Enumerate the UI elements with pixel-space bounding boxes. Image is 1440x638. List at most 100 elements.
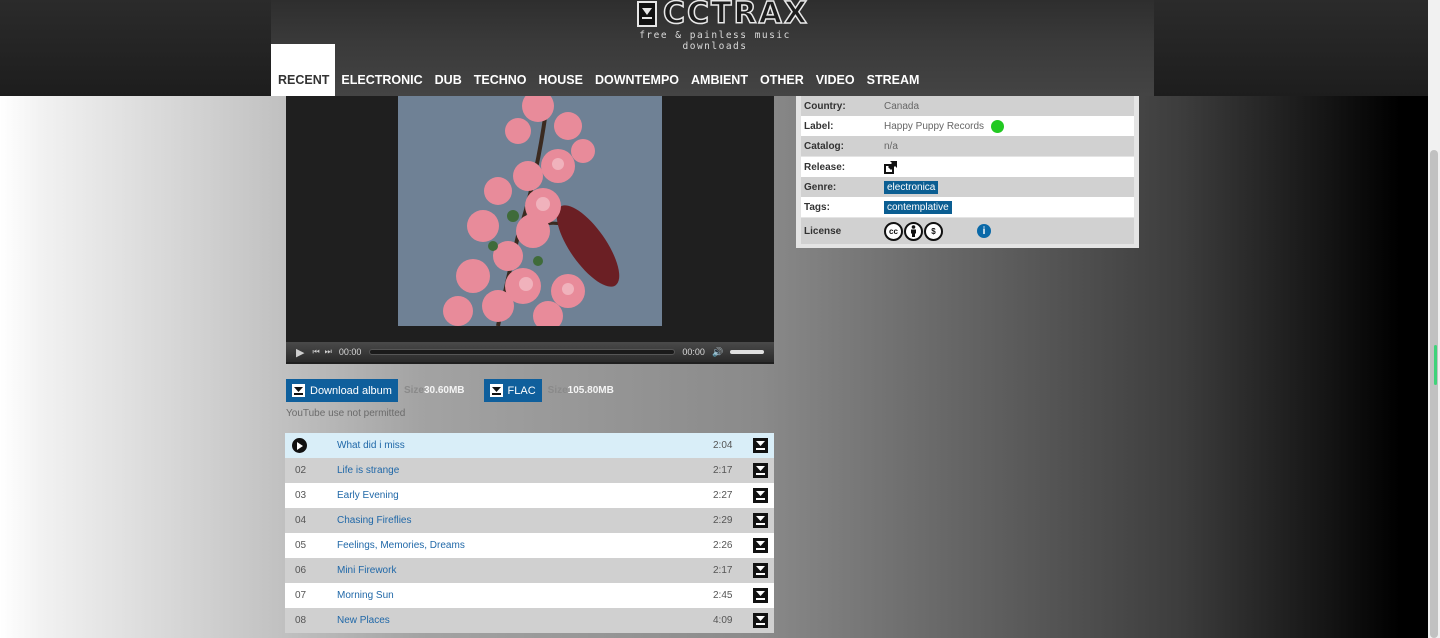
track-download-icon[interactable] xyxy=(753,613,768,628)
track-list: What did i miss 2:04 02 Life is strange … xyxy=(285,433,774,633)
track-download-icon[interactable] xyxy=(753,538,768,553)
track-row[interactable]: 08 New Places 4:09 xyxy=(285,608,774,633)
track-number: 06 xyxy=(295,565,307,576)
nav-video[interactable]: VIDEO xyxy=(810,44,861,96)
nav-techno[interactable]: TECHNO xyxy=(468,44,533,96)
track-number: 05 xyxy=(295,540,307,551)
track-title[interactable]: What did i miss xyxy=(337,440,713,451)
nav-electronic[interactable]: ELECTRONIC xyxy=(335,44,428,96)
download-icon xyxy=(292,384,305,397)
track-row[interactable]: 02 Life is strange 2:17 xyxy=(285,458,774,483)
track-duration: 2:29 xyxy=(713,515,733,526)
play-track-icon[interactable] xyxy=(292,438,307,453)
by-attribution-icon xyxy=(904,221,923,241)
track-title[interactable]: New Places xyxy=(337,615,713,626)
audio-player: ▶ ⏮ ⏭ 00:00 00:00 🔊 xyxy=(286,96,774,364)
external-link-icon[interactable] xyxy=(884,160,897,174)
track-download-icon[interactable] xyxy=(753,463,768,478)
youtube-note: YouTube use not permitted xyxy=(286,408,406,419)
track-duration: 2:04 xyxy=(713,440,733,451)
current-time: 00:00 xyxy=(338,347,362,357)
nav-house[interactable]: HOUSE xyxy=(533,44,589,96)
track-number: 07 xyxy=(295,590,307,601)
scrollbar-thumb[interactable] xyxy=(1430,150,1438,638)
seek-bar[interactable] xyxy=(369,349,676,355)
track-title[interactable]: Mini Firework xyxy=(337,565,713,576)
info-release-row: Release: xyxy=(801,157,1134,177)
nav-ambient[interactable]: AMBIENT xyxy=(685,44,754,96)
album-cover xyxy=(398,96,662,326)
info-key: Tags: xyxy=(804,201,830,213)
catalog-value: n/a xyxy=(884,140,898,152)
info-key: Country: xyxy=(804,100,846,112)
main-nav: RECENT ELECTRONIC DUB TECHNO HOUSE DOWNT… xyxy=(271,44,925,96)
nav-dub[interactable]: DUB xyxy=(429,44,468,96)
nav-recent[interactable]: RECENT xyxy=(271,44,336,96)
tag-badge[interactable]: contemplative xyxy=(884,200,952,214)
info-label-row: Label: Happy Puppy Records xyxy=(801,116,1134,136)
track-row[interactable]: 06 Mini Firework 2:17 xyxy=(285,558,774,583)
track-number: 04 xyxy=(295,515,307,526)
album-size-label: Size xyxy=(403,385,424,396)
download-flac-button[interactable]: FLAC xyxy=(483,379,542,402)
download-album-button[interactable]: Download album xyxy=(286,379,398,402)
volume-slider[interactable] xyxy=(730,350,765,354)
track-duration: 2:45 xyxy=(713,590,733,601)
track-duration: 2:26 xyxy=(713,540,733,551)
track-title[interactable]: Morning Sun xyxy=(337,590,713,601)
track-row[interactable]: 04 Chasing Fireflies 2:29 xyxy=(285,508,774,533)
track-row[interactable]: 07 Morning Sun 2:45 xyxy=(285,583,774,608)
info-license-row: License cc $ i xyxy=(801,218,1134,244)
nav-other[interactable]: OTHER xyxy=(754,44,810,96)
info-icon[interactable]: i xyxy=(977,224,991,238)
info-key: Catalog: xyxy=(804,140,844,152)
track-row[interactable]: 05 Feelings, Memories, Dreams 2:26 xyxy=(285,533,774,558)
previous-icon[interactable]: ⏮ xyxy=(312,347,319,357)
info-tags-row: Tags: contemplative xyxy=(801,197,1134,217)
track-number: 08 xyxy=(295,615,307,626)
track-download-icon[interactable] xyxy=(753,513,768,528)
info-key: Label: xyxy=(804,120,834,132)
flac-size-label: Size xyxy=(547,385,568,396)
track-title[interactable]: Feelings, Memories, Dreams xyxy=(337,540,713,551)
site-logo[interactable]: CCTRAX xyxy=(637,0,809,29)
label-value[interactable]: Happy Puppy Records xyxy=(884,121,984,132)
player-controls: ▶ ⏮ ⏭ 00:00 00:00 🔊 xyxy=(286,342,774,362)
track-duration: 2:17 xyxy=(713,565,733,576)
play-icon[interactable]: ▶ xyxy=(296,346,304,359)
info-key: Release: xyxy=(804,161,846,173)
info-key: Genre: xyxy=(804,181,837,193)
license-icons[interactable]: cc $ i xyxy=(884,221,991,241)
release-info-panel: Country: Canada Label: Happy Puppy Recor… xyxy=(796,96,1139,248)
country-value: Canada xyxy=(884,100,920,112)
track-duration: 2:17 xyxy=(713,465,733,476)
next-icon[interactable]: ⏭ xyxy=(325,347,332,357)
nav-downtempo[interactable]: DOWNTEMPO xyxy=(589,44,685,96)
track-row[interactable]: What did i miss 2:04 xyxy=(285,433,774,458)
track-download-icon[interactable] xyxy=(753,438,768,453)
label-status-icon xyxy=(991,119,1005,133)
track-title[interactable]: Chasing Fireflies xyxy=(337,515,713,526)
info-key: License xyxy=(804,225,842,237)
track-download-icon[interactable] xyxy=(753,588,768,603)
scrollbar-indicator xyxy=(1434,345,1437,385)
non-commercial-icon: $ xyxy=(924,221,943,241)
download-row: Download album Size 30.60MB FLAC Size 105.… xyxy=(286,379,614,402)
track-title[interactable]: Life is strange xyxy=(337,465,713,476)
track-download-icon[interactable] xyxy=(753,488,768,503)
info-catalog-row: Catalog: n/a xyxy=(801,136,1134,156)
total-time: 00:00 xyxy=(682,347,705,357)
track-duration: 2:27 xyxy=(713,490,733,501)
track-number: 03 xyxy=(295,490,307,501)
album-size-value: 30.60MB xyxy=(423,385,465,396)
track-row[interactable]: 03 Early Evening 2:27 xyxy=(285,483,774,508)
track-download-icon[interactable] xyxy=(753,563,768,578)
flac-size-value: 105.80MB xyxy=(567,385,614,396)
download-icon xyxy=(489,384,503,397)
nav-stream[interactable]: STREAM xyxy=(861,44,926,96)
volume-icon[interactable]: 🔊 xyxy=(712,347,723,358)
info-country-row: Country: Canada xyxy=(801,96,1134,116)
track-title[interactable]: Early Evening xyxy=(337,490,713,501)
track-duration: 4:09 xyxy=(713,615,733,626)
genre-tag[interactable]: electronica xyxy=(884,180,939,194)
